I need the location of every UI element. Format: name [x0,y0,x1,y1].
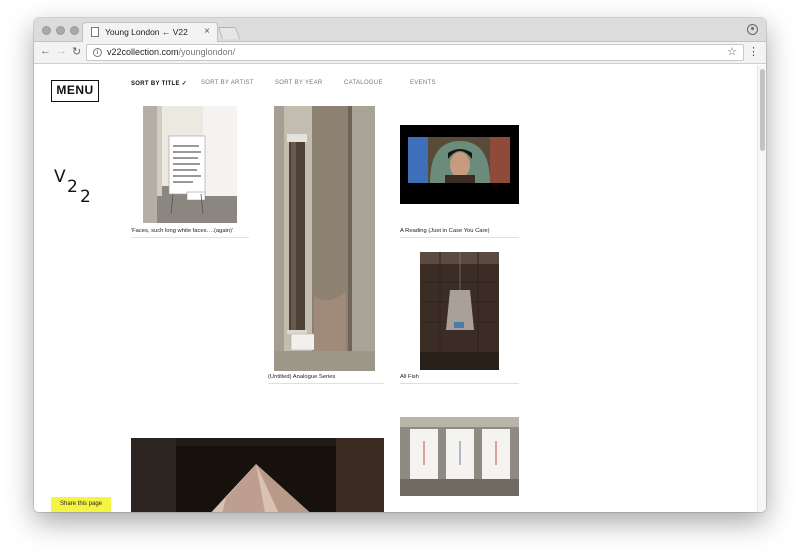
artwork-image-analogue-series[interactable] [274,106,375,371]
page-scrollbar[interactable] [757,65,766,512]
tab-title: Young London ← V22 [105,27,188,37]
artwork-image-all-fish[interactable] [420,252,499,370]
page-icon [91,27,99,37]
check-icon: ✓ [181,81,188,87]
logo-two-a: 2 [67,177,78,197]
url-host: v22collection.com [107,47,179,57]
artwork-image-faces[interactable] [143,106,237,223]
tab-young-london[interactable]: Young London ← V22 × [82,22,218,43]
video-still-illustration [400,125,519,204]
address-bar[interactable]: i v22collection.com/younglondon/ ☆ [86,44,744,61]
artwork-caption-a-reading[interactable]: A Reading (Just in Case You Care) [400,228,519,238]
reload-button[interactable]: ↻ [72,45,81,58]
hanging-bag-illustration [420,252,499,370]
warehouse-panels-illustration [400,417,519,496]
url-text: v22collection.com/younglondon/ [107,47,235,57]
artwork-image-warehouse-panels[interactable] [400,417,519,496]
forward-button[interactable]: → [56,45,67,57]
artwork-caption-all-fish[interactable]: All Fish [400,374,519,384]
v22-logo[interactable]: V 2 2 [54,167,98,211]
info-icon[interactable]: i [93,48,102,57]
close-window-button[interactable] [42,26,51,35]
faces-installation-illustration [143,106,237,223]
scrollbar-thumb[interactable] [760,69,765,151]
browser-toolbar: ← → ↻ i v22collection.com/younglondon/ ☆… [34,42,766,64]
artwork-image-large-installation[interactable] [131,438,384,512]
sort-by-year-link[interactable]: SORT BY YEAR [275,80,323,86]
maximize-window-button[interactable] [70,26,79,35]
logo-two-b: 2 [80,187,91,207]
catalogue-link[interactable]: CATALOGUE [344,80,383,86]
desktop-backdrop: Young London ← V22 × ← → ↻ i v22collecti… [0,0,800,560]
profile-icon[interactable] [747,24,758,35]
sort-by-artist-link[interactable]: SORT BY ARTIST [201,80,254,86]
lit-pyramid-illustration [131,438,384,512]
bookmark-star-icon[interactable]: ☆ [727,45,737,58]
logo-v: V [54,167,66,187]
browser-window: Young London ← V22 × ← → ↻ i v22collecti… [34,18,766,512]
share-page-button[interactable]: Share this page [51,497,111,512]
tab-close-icon[interactable]: × [204,26,210,37]
url-path: /younglondon/ [178,47,236,57]
browser-menu-icon[interactable]: ⋮ [748,45,759,58]
page-viewport: MENU V 2 2 SORT BY TITLE ✓ SORT BY ARTIS… [34,65,766,512]
artwork-caption-faces[interactable]: 'Faces, such long white faces….(again)' [131,228,249,238]
new-tab-button[interactable] [217,27,241,39]
back-button[interactable]: ← [40,45,51,57]
sort-by-title-label: SORT BY TITLE [131,81,180,87]
tab-bar: Young London ← V22 × [34,18,766,43]
events-link[interactable]: EVENTS [410,80,436,86]
artwork-image-a-reading[interactable] [400,125,519,204]
sort-by-title-link[interactable]: SORT BY TITLE ✓ [131,80,187,87]
menu-button[interactable]: MENU [51,80,99,102]
minimize-window-button[interactable] [56,26,65,35]
column-installation-illustration [274,106,375,371]
artwork-caption-analogue-series[interactable]: (Untitled) Analogue Series [268,374,384,384]
